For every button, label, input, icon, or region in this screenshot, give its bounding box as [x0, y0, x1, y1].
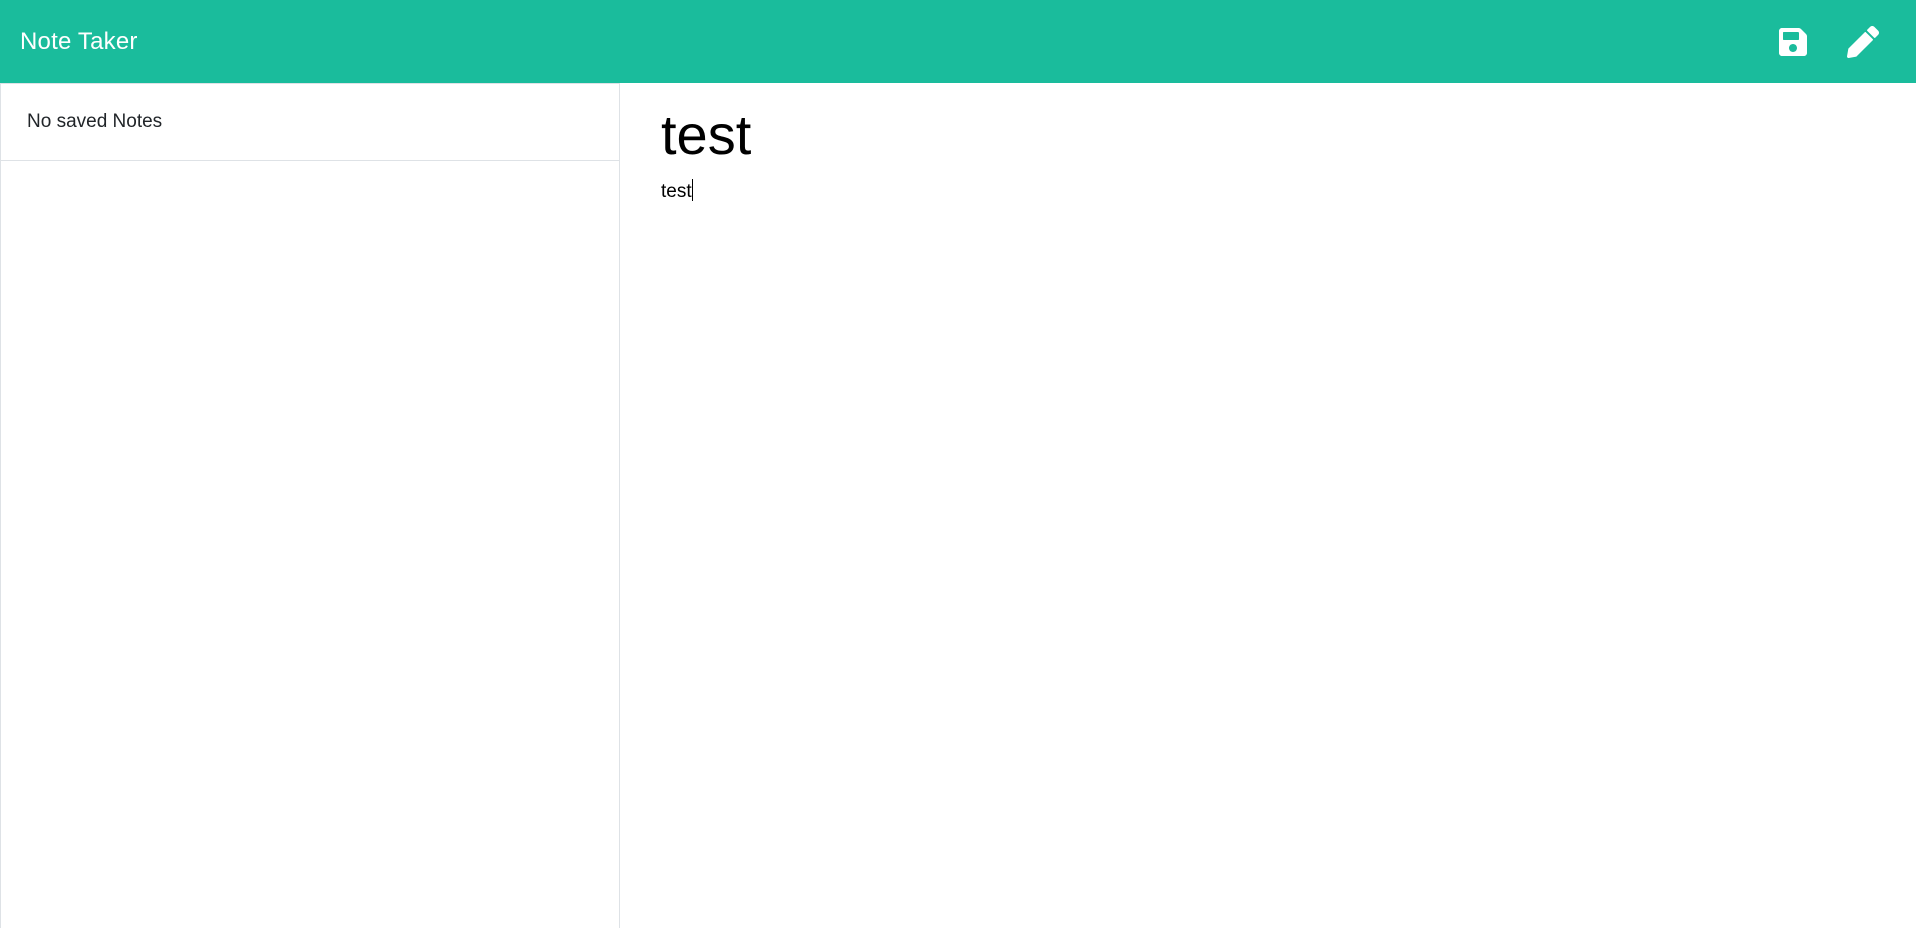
app-brand[interactable]: Note Taker — [20, 28, 138, 56]
empty-notes-message: No saved Notes — [27, 111, 163, 132]
list-item: No saved Notes — [1, 83, 619, 161]
note-title-input[interactable] — [661, 99, 1861, 171]
new-note-button[interactable] — [1846, 25, 1880, 59]
save-note-button[interactable] — [1776, 25, 1810, 59]
navbar: Note Taker — [0, 0, 1916, 83]
text-caret — [691, 179, 693, 201]
notes-sidebar: No saved Notes — [0, 83, 620, 928]
nav-actions — [1776, 25, 1896, 59]
note-editor: test — [620, 83, 1916, 928]
note-body-text: test — [661, 181, 692, 202]
pencil-icon — [1847, 25, 1879, 58]
save-icon — [1779, 27, 1807, 56]
note-body-textarea[interactable]: test — [661, 179, 1861, 779]
